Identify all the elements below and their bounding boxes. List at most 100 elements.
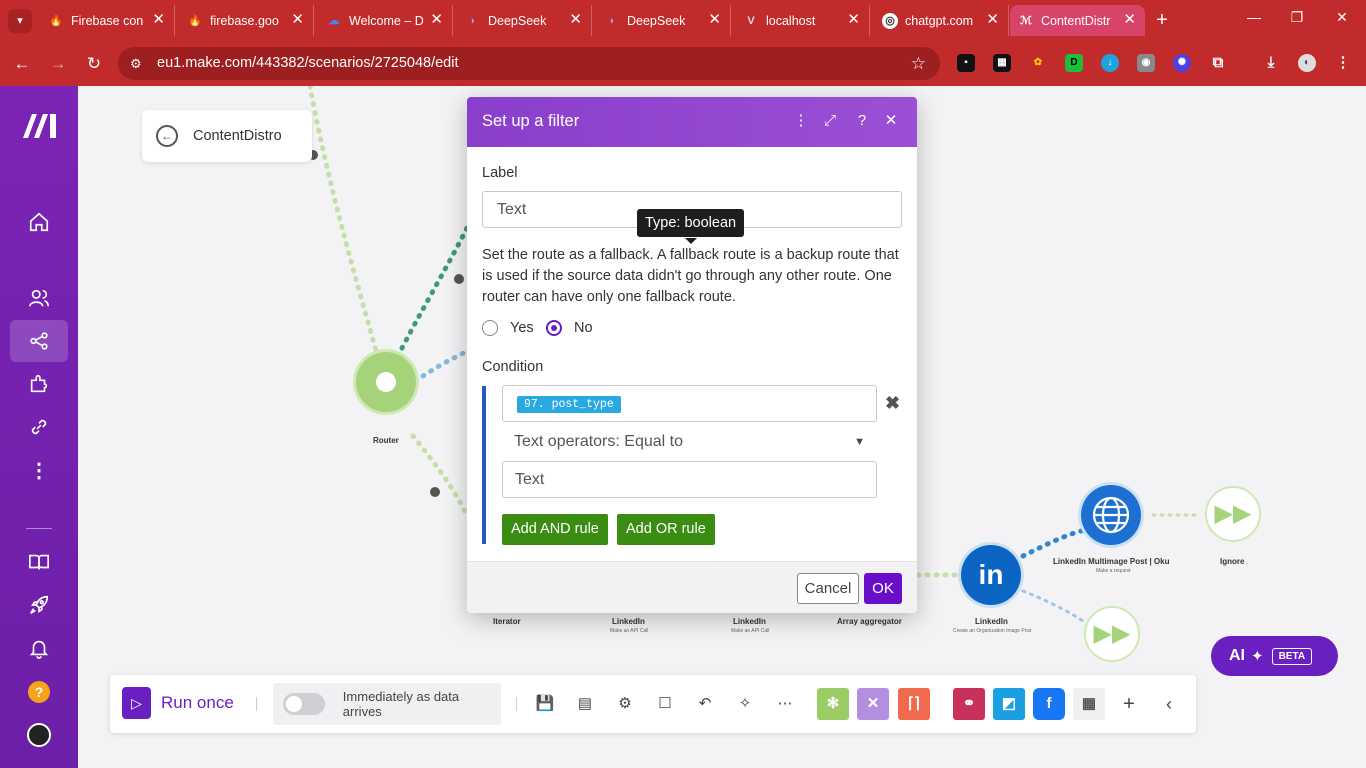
scenarios-icon[interactable] [10,320,68,362]
close-tab-icon[interactable]: ✕ [291,12,304,28]
extension-icon[interactable]: D [1065,54,1083,72]
condition-field-input[interactable]: 97. post_type [502,385,877,422]
fallback-no-radio[interactable]: No [546,320,593,336]
settings-icon[interactable]: ⚙ [614,693,636,715]
webhooks-icon[interactable]: ⚭ [953,688,985,720]
remove-condition-icon[interactable]: ✖ [885,393,900,414]
download-extension-icon[interactable]: ↓ [1101,54,1119,72]
help-icon[interactable]: ? [10,671,68,713]
help-question-icon[interactable]: ? [852,111,872,131]
tools-icon[interactable]: ✻ [817,688,849,720]
address-bar[interactable]: ⚙ eu1.make.com/443382/scenarios/2725048/… [118,47,940,80]
avatar [27,723,51,747]
add-and-rule-button[interactable]: Add AND rule [502,514,608,545]
close-tab-icon[interactable]: ✕ [986,12,999,28]
browser-tab[interactable]: ☁ Welcome – D ✕ [318,5,453,36]
make-logo[interactable] [21,112,59,140]
browser-menu-icon[interactable]: ⋮ [1334,54,1352,72]
close-tab-icon[interactable]: ✕ [430,12,443,28]
close-tab-icon[interactable]: ✕ [1123,12,1136,28]
run-once-label: Run once [161,693,234,712]
site-info-icon[interactable]: ⚙ [130,47,142,80]
extension-icon[interactable]: ✺ [1173,54,1191,72]
schedule-toggle[interactable] [283,693,325,715]
browser-tab[interactable]: ◗ DeepSeek ✕ [457,5,592,36]
condition-value-input[interactable]: Text [502,461,877,498]
fast-forward-icon: ▶▶ [1214,500,1252,527]
close-tab-icon[interactable]: ✕ [708,12,721,28]
browser-tab[interactable]: V localhost ✕ [735,5,870,36]
http-sublabel: Make a request [1096,568,1131,574]
apps-icon[interactable] [10,363,68,405]
docs-icon[interactable] [10,541,68,583]
connections-icon[interactable] [10,406,68,448]
browser-tab-active[interactable]: ℳ ContentDistr ✕ [1010,5,1145,36]
google-cloud-icon: ☁ [328,15,340,27]
close-tab-icon[interactable]: ✕ [569,12,582,28]
undo-icon[interactable]: ↶ [694,693,716,715]
more-options-icon[interactable]: ⋯ [774,693,796,715]
team-icon[interactable] [10,277,68,319]
ignore-module[interactable]: ▶▶ [1205,486,1261,542]
profile-avatar[interactable]: ◐ [1298,54,1316,72]
operator-select[interactable]: Text operators: Equal to ▼ [502,427,877,457]
expand-icon[interactable]: ⤢ [820,111,840,131]
caret-down-icon: ▼ [854,436,865,448]
scheduling-icon[interactable]: ▤ [574,693,596,715]
forward-icon[interactable]: → [46,52,70,76]
router-module[interactable] [356,352,416,412]
user-avatar[interactable] [10,714,68,756]
browser-tab[interactable]: ◎ chatgpt.com ✕ [874,5,1009,36]
camera-extension-icon[interactable]: ◉ [1137,54,1155,72]
apps-grid-icon[interactable]: ▦ [1073,688,1105,720]
collapse-icon[interactable]: ‹ [1158,693,1180,715]
text-parser-icon[interactable]: ⌈⌉ [898,688,930,720]
facebook-icon[interactable]: f [1033,688,1065,720]
back-arrow-icon[interactable]: ← [156,125,178,147]
extension-icon[interactable]: ✿ [1029,54,1047,72]
notifications-icon[interactable] [10,627,68,669]
minimize-icon[interactable]: — [1243,9,1265,25]
ignore-module-2[interactable]: ▶▶ [1084,606,1140,662]
add-module-icon[interactable]: + [1118,693,1140,715]
dialog-title: Set up a filter [482,112,580,130]
close-tab-icon[interactable]: ✕ [847,12,860,28]
chatgpt-icon: ◎ [882,12,898,29]
magic-wand-icon[interactable]: ✧ [734,693,756,715]
ok-button[interactable]: OK [864,573,902,604]
reload-icon[interactable]: ↻ [82,52,106,76]
add-or-rule-button[interactable]: Add OR rule [617,514,715,545]
close-tab-icon[interactable]: ✕ [152,12,165,28]
save-icon[interactable]: 💾 [534,693,556,715]
new-tab-button[interactable]: + [1151,9,1173,31]
http-module[interactable] [1081,485,1141,545]
more-icon[interactable]: ⋮ [10,449,68,491]
downloads-icon[interactable]: ⤓ [1262,54,1280,72]
home-icon[interactable] [10,201,68,243]
bookmark-star-icon[interactable]: ☆ [911,47,926,80]
extensions-puzzle-icon[interactable]: ⧉ [1209,54,1227,72]
linkedin-module[interactable]: in [961,545,1021,605]
run-once-button[interactable]: ▷ Run once [122,687,234,719]
kebab-menu-icon[interactable]: ⋮ [791,111,811,131]
notes-icon[interactable]: ☐ [654,693,676,715]
fallback-yes-radio[interactable]: Yes [482,320,534,336]
ai-assistant-button[interactable]: AI ✦ BETA [1211,636,1338,676]
schedule-toggle-box[interactable]: Immediately as data arrives [273,683,501,725]
launch-icon[interactable] [10,584,68,626]
close-icon[interactable]: ✕ [881,111,901,131]
cancel-button[interactable]: Cancel [797,573,859,604]
browser-tab[interactable]: ◗ DeepSeek ✕ [596,5,731,36]
back-icon[interactable]: ← [10,52,34,76]
variable-pill[interactable]: 97. post_type [517,396,621,413]
tab-search-button[interactable]: ▾ [8,9,32,33]
flow-control-icon[interactable]: ✕ [857,688,889,720]
browser-tab[interactable]: 🔥 Firebase con ✕ [40,5,175,36]
restore-icon[interactable]: ❐ [1286,9,1308,26]
airtable-icon[interactable]: ◩ [993,688,1025,720]
scenario-name[interactable]: ContentDistro [193,128,282,144]
browser-tab[interactable]: 🔥 firebase.goo ✕ [179,5,314,36]
extension-icon[interactable]: ▦ [993,54,1011,72]
close-window-icon[interactable]: ✕ [1331,9,1353,26]
extension-icon[interactable]: ▪ [957,54,975,72]
